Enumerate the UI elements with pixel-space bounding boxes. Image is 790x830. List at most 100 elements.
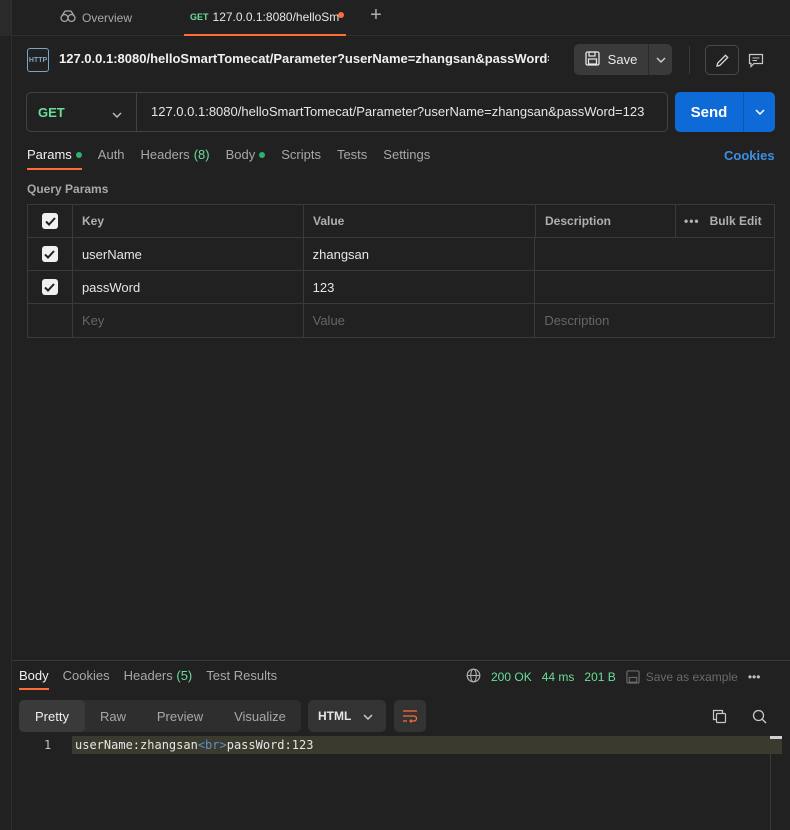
response-time[interactable]: 44 ms — [542, 670, 575, 684]
column-header-value: Value — [304, 205, 536, 237]
response-size[interactable]: 201 B — [584, 670, 615, 684]
code-text-1: userName:zhangsan — [75, 738, 198, 752]
code-tag: <br> — [197, 738, 227, 752]
wrap-lines-icon[interactable] — [394, 700, 426, 732]
send-dropdown-chevron-down-icon[interactable] — [743, 92, 775, 132]
more-dots-icon: ••• — [684, 214, 700, 228]
new-tab-plus-icon[interactable]: + — [366, 4, 386, 28]
save-button[interactable]: Save — [574, 44, 648, 75]
table-header-row: Key Value Description ••• Bulk Edit — [28, 205, 774, 238]
cookies-link[interactable]: Cookies — [724, 148, 775, 163]
tab-request-active[interactable]: GET 127.0.0.1:8080/helloSmartTomecat/Par… — [184, 0, 346, 36]
tab-title: 127.0.0.1:8080/helloSmartTomecat/Paramet… — [212, 10, 339, 24]
bulk-edit-label: Bulk Edit — [709, 214, 762, 228]
column-header-description: Description — [536, 205, 676, 237]
view-pretty[interactable]: Pretty — [19, 700, 85, 732]
overview-icon — [60, 9, 76, 26]
view-preview[interactable]: Preview — [141, 700, 219, 732]
resp-headers-count: (5) — [176, 668, 193, 683]
tab-params-label: Params — [27, 147, 72, 162]
code-text-2: passWord:123 — [226, 738, 314, 752]
format-value: HTML — [318, 709, 352, 723]
response-body-code[interactable]: userName:zhangsan<br>passWord:123 — [75, 738, 313, 752]
param-value-field[interactable]: 123 — [304, 271, 536, 303]
sidebar-edge — [0, 0, 12, 36]
row-checkbox[interactable] — [28, 238, 73, 270]
unsaved-dot-icon — [338, 12, 344, 18]
bulk-edit-button[interactable]: ••• Bulk Edit — [676, 205, 774, 237]
chevron-down-icon — [112, 106, 122, 121]
tab-tests-label: Tests — [336, 147, 368, 162]
status-badge[interactable]: 200 OK — [491, 670, 532, 684]
param-description-field[interactable] — [535, 271, 774, 303]
request-title[interactable]: 127.0.0.1:8080/helloSmartTomecat/Paramet… — [59, 51, 549, 66]
format-select[interactable]: HTML — [308, 700, 386, 732]
save-as-example-button[interactable]: Save as example — [626, 670, 738, 684]
http-icon: HTTP — [27, 48, 49, 72]
row-checkbox-empty — [28, 304, 73, 337]
query-params-label: Query Params — [27, 182, 109, 196]
method-value: GET — [38, 104, 65, 120]
resp-tab-body[interactable]: Body — [19, 668, 49, 690]
resp-tab-headers[interactable]: Headers (5) — [124, 668, 193, 690]
more-options-icon[interactable]: ••• — [748, 670, 761, 684]
response-tabs: Body Cookies Headers (5) Test Results — [19, 668, 277, 690]
copy-icon[interactable] — [709, 706, 729, 726]
resp-tab-headers-label: Headers — [123, 668, 173, 683]
tab-scripts[interactable]: Scripts — [281, 147, 321, 170]
tab-overview-label: Overview — [82, 10, 133, 25]
select-all-checkbox[interactable] — [28, 205, 73, 237]
view-mode-segmented-control: Pretty Raw Preview Visualize — [19, 700, 301, 732]
table-row: userName zhangsan — [28, 238, 774, 271]
left-rail — [0, 36, 12, 830]
column-header-key: Key — [73, 205, 304, 237]
send-button[interactable]: Send — [675, 92, 743, 132]
line-number: 1 — [44, 738, 52, 752]
headers-count: (8) — [193, 147, 210, 162]
resp-tab-cookies[interactable]: Cookies — [63, 668, 110, 690]
save-label: Save — [607, 52, 638, 67]
params-active-dot-icon — [75, 151, 82, 158]
body-active-dot-icon — [259, 151, 266, 158]
search-icon[interactable] — [749, 706, 769, 726]
param-key-field[interactable]: userName — [73, 238, 304, 270]
tab-scripts-label: Scripts — [281, 147, 321, 162]
globe-icon[interactable] — [466, 668, 481, 686]
save-example-label: Save as example — [645, 670, 738, 684]
tab-params[interactable]: Params — [27, 147, 82, 170]
table-row: passWord 123 — [28, 271, 774, 304]
resp-tab-test-results[interactable]: Test Results — [206, 668, 277, 690]
row-checkbox[interactable] — [28, 271, 73, 303]
scrollbar-thumb[interactable] — [770, 736, 782, 739]
method-select[interactable]: GET — [27, 93, 137, 131]
response-divider[interactable] — [12, 660, 790, 661]
edit-pencil-icon[interactable] — [705, 45, 739, 75]
tab-body[interactable]: Body — [226, 147, 266, 170]
tab-headers[interactable]: Headers (8) — [141, 147, 210, 170]
param-value-field[interactable]: zhangsan — [304, 238, 536, 270]
save-dropdown-chevron-down-icon[interactable] — [648, 44, 672, 75]
comment-icon[interactable] — [746, 50, 766, 70]
query-params-table: Key Value Description ••• Bulk Edit user… — [27, 204, 775, 338]
save-icon — [585, 50, 600, 69]
new-description-input[interactable]: Description — [535, 304, 774, 337]
view-raw[interactable]: Raw — [85, 700, 141, 732]
tab-headers-label: Headers — [140, 147, 190, 162]
table-row-empty: Key Value Description — [28, 304, 774, 337]
tab-method: GET — [190, 12, 209, 22]
response-meta: 200 OK 44 ms 201 B Save as example ••• — [466, 668, 760, 686]
url-input[interactable]: 127.0.0.1:8080/helloSmartTomecat/Paramet… — [151, 104, 644, 119]
tab-tests[interactable]: Tests — [337, 147, 367, 170]
tab-settings[interactable]: Settings — [383, 147, 430, 170]
tab-body-label: Body — [225, 147, 256, 162]
new-key-input[interactable]: Key — [73, 304, 304, 337]
tab-overview[interactable]: Overview — [60, 0, 132, 35]
tab-settings-label: Settings — [383, 147, 431, 162]
vertical-scrollbar[interactable] — [770, 736, 782, 830]
param-key-field[interactable]: passWord — [73, 271, 304, 303]
header-divider — [689, 46, 690, 74]
tab-auth[interactable]: Auth — [98, 147, 125, 170]
new-value-input[interactable]: Value — [304, 304, 536, 337]
view-visualize[interactable]: Visualize — [219, 700, 301, 732]
param-description-field[interactable] — [535, 238, 774, 270]
